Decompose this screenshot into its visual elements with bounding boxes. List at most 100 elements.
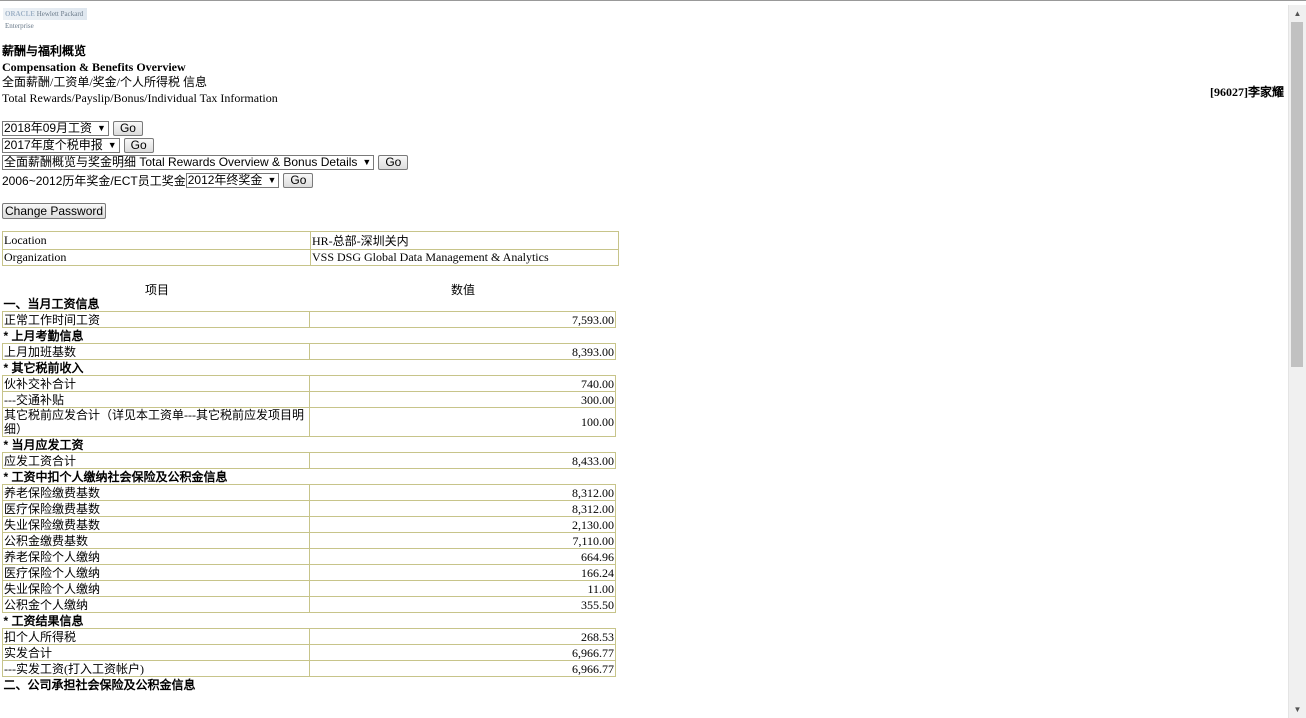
section-header-row: * 上月考勤信息 — [3, 328, 616, 344]
table-row: 公积金个人缴纳 355.50 — [1, 596, 616, 613]
page-title-en: Compensation & Benefits Overview — [2, 59, 186, 74]
scroll-down-arrow-icon[interactable]: ▼ — [1289, 701, 1306, 718]
table-row: 公积金缴费基数 7,110.00 — [1, 532, 616, 549]
section-title: 二、公司承担社会保险及公积金信息 — [3, 677, 196, 692]
row-label: 失业保险缴费基数 — [1, 516, 311, 533]
row-label: 养老保险个人缴纳 — [1, 548, 311, 565]
row-label: 医疗保险缴费基数 — [1, 500, 311, 517]
page-subtitle-en: Total Rewards/Payslip/Bonus/Individual T… — [2, 90, 278, 105]
row-value: 7,593.00 — [309, 311, 616, 328]
section-title: 一、当月工资信息 — [3, 296, 100, 311]
scroll-up-arrow-icon[interactable]: ▲ — [1289, 5, 1306, 22]
row-value: 100.00 — [309, 407, 616, 437]
bonus-year-select[interactable]: 2012年终奖金 ▼ — [185, 173, 280, 188]
row-label: 正常工作时间工资 — [1, 311, 311, 328]
table-row: 上月加班基数 8,393.00 — [1, 343, 616, 360]
rewards-go-button[interactable]: Go — [378, 155, 409, 170]
row-value: 8,393.00 — [309, 343, 616, 360]
page-header: 薪酬与福利概览 Compensation & Benefits Overview… — [2, 44, 278, 106]
row-value: 740.00 — [309, 375, 616, 392]
table-row: 实发合计 6,966.77 — [1, 644, 616, 661]
table-row: ---实发工资(打入工资帐户) 6,966.77 — [1, 660, 616, 677]
payroll-period-select[interactable]: 2018年09月工资 ▼ — [2, 121, 109, 136]
row-label: 上月加班基数 — [1, 343, 311, 360]
scrollbar-thumb[interactable] — [1291, 22, 1303, 367]
table-row: 应发工资合计 8,433.00 — [1, 452, 616, 469]
rewards-select[interactable]: 全面薪酬概览与奖金明细 Total Rewards Overview & Bon… — [2, 155, 375, 170]
section-title: * 其它税前收入 — [3, 360, 84, 375]
dropdown-arrow-icon: ▼ — [362, 157, 372, 167]
organization-label: Organization — [2, 249, 311, 266]
window-top-border — [0, 0, 1306, 6]
change-password-button[interactable]: Change Password — [2, 203, 107, 219]
table-row: 养老保险个人缴纳 664.96 — [1, 548, 616, 565]
bonus-history-label: 2006~2012历年奖金/ECT员工奖金 — [2, 174, 186, 188]
row-label: 医疗保险个人缴纳 — [1, 564, 311, 581]
section-title: * 当月应发工资 — [3, 437, 84, 452]
section-header-row: * 工资结果信息 — [3, 613, 616, 629]
section-header-row: 一、当月工资信息 — [3, 296, 616, 312]
table-row: 医疗保险个人缴纳 166.24 — [1, 564, 616, 581]
company-logo: ORACLE Hewlett Packard Enterprise — [3, 8, 87, 30]
page-subtitle-cn: 全面薪酬/工资单/奖金/个人所得税 信息 — [2, 75, 208, 89]
table-row: 失业保险缴费基数 2,130.00 — [1, 516, 616, 533]
table-row: 失业保险个人缴纳 11.00 — [1, 580, 616, 597]
section-header-row: * 工资中扣个人缴纳社会保险及公积金信息 — [3, 469, 616, 485]
rewards-form: 全面薪酬概览与奖金明细 Total Rewards Overview & Bon… — [2, 155, 409, 170]
row-value: 268.53 — [309, 628, 616, 645]
organization-row: Organization VSS DSG Global Data Managem… — [2, 249, 619, 266]
row-label: 扣个人所得税 — [1, 628, 311, 645]
section-header-row: * 当月应发工资 — [3, 437, 616, 453]
location-value: HR-总部-深圳关内 — [310, 231, 619, 250]
table-row: 扣个人所得税 268.53 — [1, 628, 616, 645]
bonus-go-button[interactable]: Go — [283, 173, 314, 188]
row-value: 166.24 — [309, 564, 616, 581]
row-value: 355.50 — [309, 596, 616, 613]
tax-go-button[interactable]: Go — [123, 138, 154, 153]
section-header-row: 二、公司承担社会保险及公积金信息 — [3, 677, 616, 693]
row-label: 失业保险个人缴纳 — [1, 580, 311, 597]
row-label: ---交通补贴 — [1, 391, 311, 408]
row-value: 6,966.77 — [309, 660, 616, 677]
vertical-scrollbar[interactable]: ▲ ▼ — [1288, 5, 1306, 718]
page-title-cn: 薪酬与福利概览 — [2, 44, 87, 58]
dropdown-arrow-icon: ▼ — [97, 123, 106, 133]
row-label: 养老保险缴费基数 — [1, 484, 311, 501]
table-row: 养老保险缴费基数 8,312.00 — [1, 484, 616, 501]
tax-year-select[interactable]: 2017年度个税申报 ▼ — [2, 138, 120, 153]
row-value: 8,312.00 — [309, 484, 616, 501]
bonus-history-form: 2006~2012历年奖金/ECT员工奖金 2012年终奖金 ▼ Go — [2, 172, 314, 189]
section-title: * 工资中扣个人缴纳社会保险及公积金信息 — [3, 469, 228, 484]
row-value: 7,110.00 — [309, 532, 616, 549]
section-title: * 上月考勤信息 — [3, 328, 84, 343]
table-row: 医疗保险缴费基数 8,312.00 — [1, 500, 616, 517]
row-label: 实发合计 — [1, 644, 311, 661]
section-header-row: * 其它税前收入 — [3, 360, 616, 376]
payroll-go-button[interactable]: Go — [112, 121, 143, 136]
row-value: 11.00 — [309, 580, 616, 597]
row-value: 6,966.77 — [309, 644, 616, 661]
payslip-table: 一、当月工资信息 正常工作时间工资 7,593.00 * 上月考勤信息 上月加班基数 8,… — [1, 296, 616, 693]
row-label: 应发工资合计 — [1, 452, 311, 469]
location-row: Location HR-总部-深圳关内 — [2, 231, 619, 250]
table-row: 其它税前应发合计（详见本工资单---其它税前应发项目明细） 100.00 — [1, 407, 616, 437]
row-label: 公积金缴费基数 — [1, 532, 311, 549]
row-value: 664.96 — [309, 548, 616, 565]
payroll-period-form: 2018年09月工资 ▼ Go — [2, 121, 143, 136]
row-label: 伙补交补合计 — [1, 375, 311, 392]
organization-value: VSS DSG Global Data Management & Analyti… — [310, 249, 619, 266]
dropdown-arrow-icon: ▼ — [107, 140, 117, 150]
employee-info-table: Location HR-总部-深圳关内 Organization VSS DSG… — [2, 231, 619, 266]
table-row: 伙补交补合计 740.00 — [1, 375, 616, 392]
row-label: ---实发工资(打入工资帐户) — [1, 660, 311, 677]
row-value: 2,130.00 — [309, 516, 616, 533]
row-label: 公积金个人缴纳 — [1, 596, 311, 613]
row-value: 8,312.00 — [309, 500, 616, 517]
table-row: 正常工作时间工资 7,593.00 — [1, 311, 616, 328]
row-label: 其它税前应发合计（详见本工资单---其它税前应发项目明细） — [1, 407, 311, 437]
employee-id-name: [96027]李家耀 — [1210, 85, 1284, 99]
row-value: 300.00 — [309, 391, 616, 408]
table-row: ---交通补贴 300.00 — [1, 391, 616, 408]
tax-year-form: 2017年度个税申报 ▼ Go — [2, 138, 154, 153]
section-title: * 工资结果信息 — [3, 613, 84, 628]
